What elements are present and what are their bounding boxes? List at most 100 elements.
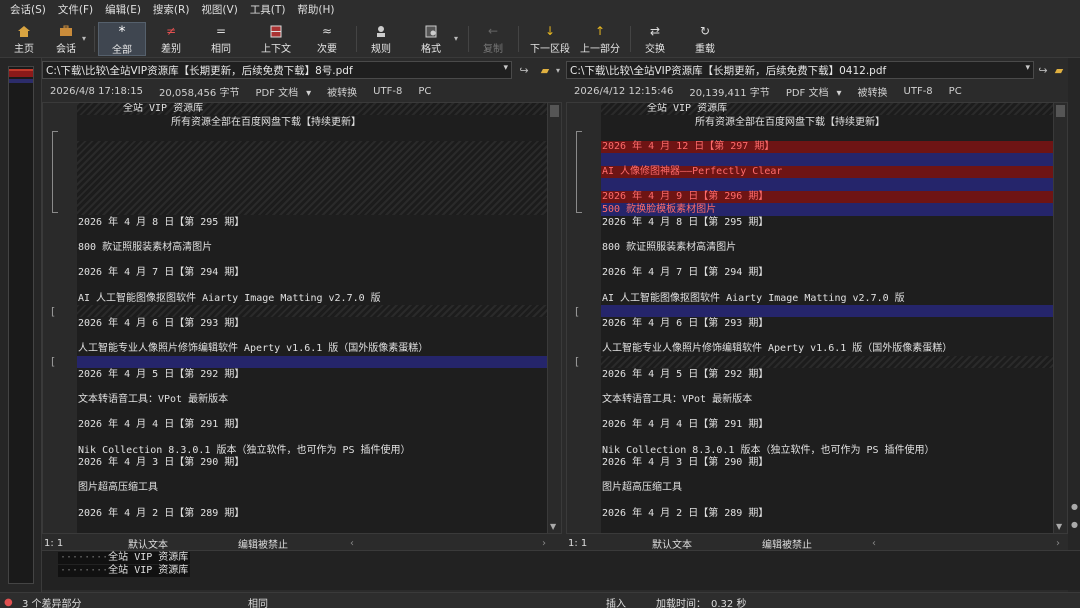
left-path-combo[interactable]: C:\下载\比较\全站VIP资源库【长期更新，后续免费下载】8号.pdf ▾: [42, 61, 512, 79]
right-eol[interactable]: PC: [949, 86, 962, 97]
missing-lines-hatch: [77, 305, 547, 317]
briefcase-icon: [59, 24, 73, 38]
left-info-row: 2026/4/8 17:18:15 20,058,456 字节 PDF 文档 ▾ …: [42, 82, 564, 100]
right-path-combo[interactable]: C:\下载\比较\全站VIP资源库【长期更新，后续免费下载】0412.pdf ▾: [566, 61, 1034, 79]
text-line: 2026 年 4 月 3 日【第 290 期】: [602, 457, 769, 468]
left-vertical-scrollbar[interactable]: ▼: [547, 103, 561, 533]
left-lines: 全站 VIP 资源库 所有资源全部在百度网盘下载【持续更新】 2026 年 4 …: [77, 103, 547, 533]
scroll-right-icon[interactable]: ›: [542, 538, 546, 549]
right-text-area[interactable]: [ [ 全站 VIP 资源库 所有资源全部在百度网盘下载【持续更新】 2026 …: [566, 102, 1068, 534]
right-info-row: 2026/4/12 12:15:46 20,139,411 字节 PDF 文档 ▾…: [566, 82, 1068, 100]
menu-help[interactable]: 帮助(H): [291, 0, 340, 20]
text-line: 所有资源全部在百度网盘下载【持续更新】: [171, 117, 361, 128]
left-eol[interactable]: PC: [418, 86, 431, 97]
dot-icon: ●: [1071, 520, 1078, 529]
right-lines: 全站 VIP 资源库 所有资源全部在百度网盘下载【持续更新】 2026 年 4 …: [601, 103, 1053, 533]
home-icon: [17, 24, 31, 38]
same-button[interactable]: = 相同: [204, 22, 238, 56]
left-encoding[interactable]: UTF-8: [373, 86, 402, 97]
scroll-down-icon[interactable]: ▼: [550, 522, 556, 531]
right-edit-status: 编辑被禁止: [762, 539, 812, 551]
menu-view[interactable]: 视图(V): [195, 0, 243, 20]
overview-diff-marker: [9, 69, 33, 77]
session-caret-icon[interactable]: ▾: [82, 34, 86, 43]
right-path-text: C:\下载\比较\全站VIP资源库【长期更新，后续免费下载】0412.pdf: [570, 64, 887, 77]
right-pane: C:\下载\比较\全站VIP资源库【长期更新，后续免费下载】0412.pdf ▾…: [566, 58, 1068, 551]
text-line: 2026 年 4 月 2 日【第 289 期】: [78, 508, 245, 519]
load-time-value: 0.32 秒: [711, 599, 747, 608]
text-line: 2026 年 4 月 4 日【第 291 期】: [602, 419, 769, 430]
folder-open-icon[interactable]: ▰: [1052, 61, 1066, 79]
overview-diff-marker: [9, 79, 33, 83]
text-line: 人工智能专业人像照片修饰编辑软件 Aperty v1.6.1 版（国外版像素蛋糕…: [78, 343, 429, 354]
text-line: 文本转语音工具：VPot 最新版本: [78, 394, 229, 405]
diff-button[interactable]: ≠ 差别: [154, 22, 188, 56]
swap-button[interactable]: ⇄ 交换: [638, 22, 672, 56]
scrollbar-thumb[interactable]: [550, 105, 559, 117]
chevron-down-icon[interactable]: ▾: [503, 63, 508, 73]
line-detail-pane[interactable]: ········全站 VIP 资源库 ········全站 VIP 资源库: [42, 550, 1080, 590]
menu-file[interactable]: 文件(F): [52, 0, 99, 20]
menu-edit[interactable]: 编辑(E): [99, 0, 147, 20]
toolbar: 主页 会话 ▾ * 全部 ≠ 差别 = 相同 上下文 ≈ 次要 规则 格式 ▾ …: [0, 20, 1080, 58]
left-text-area[interactable]: [ [ 全站 VIP 资源库 所有资源全部在百度网盘下载【持续更新】 2026 …: [42, 102, 562, 534]
session-button[interactable]: 会话: [50, 22, 82, 56]
right-cursor-position: 1: 1: [568, 537, 588, 549]
diff-band: [601, 153, 1053, 166]
text-line: AI 人工智能图像抠图软件 Aiarty Image Matting v2.7.…: [78, 293, 381, 304]
not-equal-icon: ≠: [165, 24, 177, 38]
context-button[interactable]: 上下文: [256, 22, 296, 56]
text-line: 文本转语音工具：VPot 最新版本: [602, 394, 753, 405]
left-edit-status: 编辑被禁止: [238, 539, 288, 551]
diff-bracket: [: [575, 355, 580, 368]
text-line: 全站 VIP 资源库: [647, 103, 728, 114]
scroll-left-icon[interactable]: ‹: [872, 538, 876, 549]
diff-band: [77, 356, 547, 368]
text-line: 所有资源全部在百度网盘下载【持续更新】: [695, 117, 885, 128]
home-button[interactable]: 主页: [8, 22, 40, 56]
asterisk-icon: *: [118, 24, 126, 40]
format-button[interactable]: 格式: [414, 22, 448, 56]
chevron-down-icon[interactable]: ▾: [1025, 63, 1030, 73]
approx-icon: ≈: [321, 24, 333, 38]
diff-bracket: [52, 131, 58, 213]
left-cursor-position: 1: 1: [44, 537, 64, 549]
right-file-format[interactable]: PDF 文档 ▾: [786, 84, 842, 99]
prev-part-button[interactable]: ↑ 上一部分: [578, 22, 622, 56]
minor-button[interactable]: ≈ 次要: [310, 22, 344, 56]
left-convert-status: 被转换: [327, 87, 358, 99]
detail-line-right: ········全站 VIP 资源库: [58, 565, 191, 577]
text-line-inserted: 2026 年 4 月 12 日【第 297 期】: [602, 141, 775, 152]
scroll-down-icon[interactable]: ▼: [1056, 522, 1062, 531]
left-file-format[interactable]: PDF 文档 ▾: [255, 84, 311, 99]
scroll-left-icon[interactable]: ‹: [350, 538, 354, 549]
text-line: 800 款证照服装素材高清图片: [78, 242, 213, 253]
scroll-right-icon[interactable]: ›: [1056, 538, 1060, 549]
folder-open-icon[interactable]: ▰: [536, 61, 554, 79]
diff-overview-map[interactable]: [8, 66, 34, 584]
text-line: 2026 年 4 月 3 日【第 290 期】: [78, 457, 245, 468]
next-section-button[interactable]: ↓ 下一区段: [526, 22, 574, 56]
format-caret-icon[interactable]: ▾: [454, 34, 458, 43]
menu-session[interactable]: 会话(S): [4, 0, 52, 20]
text-line-inserted: 500 款换脸模板素材图片: [602, 204, 717, 215]
chevron-down-icon[interactable]: ▾: [554, 61, 562, 79]
menu-tools[interactable]: 工具(T): [244, 0, 292, 20]
history-icon[interactable]: ↪: [1036, 61, 1050, 79]
history-icon[interactable]: ↪: [515, 61, 533, 79]
text-line: AI 人工智能图像抠图软件 Aiarty Image Matting v2.7.…: [602, 293, 905, 304]
detail-line-left: ········全站 VIP 资源库: [58, 552, 191, 564]
all-button[interactable]: * 全部: [98, 22, 146, 56]
scrollbar-thumb[interactable]: [1056, 105, 1065, 117]
text-line: 2026 年 4 月 6 日【第 293 期】: [78, 318, 245, 329]
text-line: 2026 年 4 月 2 日【第 289 期】: [602, 508, 769, 519]
toolbar-separator: [630, 26, 631, 52]
right-encoding[interactable]: UTF-8: [904, 86, 933, 97]
reload-icon: ↻: [699, 24, 711, 38]
menu-search[interactable]: 搜索(R): [147, 0, 196, 20]
reload-button[interactable]: ↻ 重载: [688, 22, 722, 56]
rules-button[interactable]: 规则: [364, 22, 398, 56]
load-time-label: 加载时间：: [656, 599, 706, 608]
copy-button[interactable]: ← 复制: [476, 22, 510, 56]
right-vertical-scrollbar[interactable]: ▼: [1053, 103, 1067, 533]
